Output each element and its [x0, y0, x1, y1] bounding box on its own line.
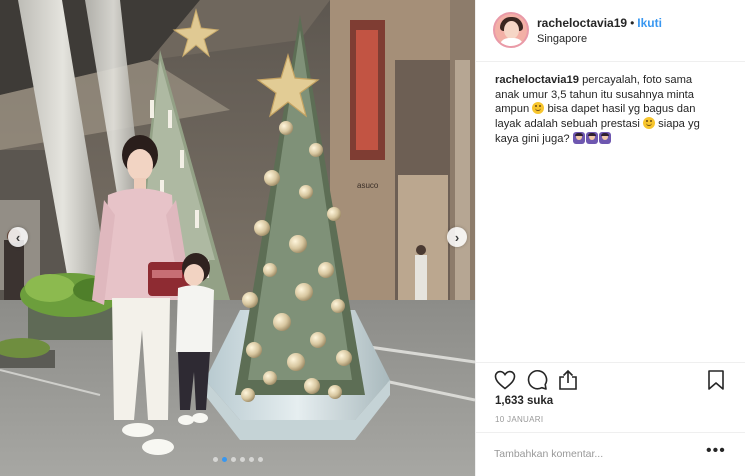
action-bar: [476, 362, 745, 398]
facepalm-emoji-icon: [585, 131, 598, 144]
comment-input[interactable]: [494, 445, 694, 463]
carousel-dot: [221, 457, 227, 462]
comment-icon[interactable]: [525, 368, 549, 392]
smile-emoji-icon: [643, 117, 656, 130]
post-caption: racheloctavia19 percayalah, foto sama an…: [495, 73, 700, 147]
avatar[interactable]: [493, 12, 529, 48]
comment-box: •••: [476, 432, 745, 476]
carousel-dot: [239, 457, 245, 462]
facepalm-emoji-icon: [572, 131, 585, 144]
caption-username[interactable]: racheloctavia19: [495, 74, 579, 86]
post-date: 10 JANUARI: [495, 415, 544, 424]
location-link[interactable]: Singapore: [537, 33, 587, 45]
carousel-dot: [230, 457, 236, 462]
follow-button[interactable]: Ikuti: [637, 16, 662, 30]
carousel-dot: [257, 457, 263, 462]
share-icon[interactable]: [556, 368, 580, 392]
carousel-dot: [212, 457, 218, 462]
heart-icon[interactable]: [493, 368, 517, 392]
chevron-left-icon[interactable]: ‹: [8, 227, 28, 247]
username-line: racheloctavia19 • Ikuti: [537, 16, 662, 30]
separator-dot: •: [630, 16, 635, 30]
store-sign: asuco: [357, 181, 379, 190]
bookmark-icon[interactable]: [704, 368, 728, 392]
carousel-indicator: [0, 457, 475, 462]
carousel-dot: [248, 457, 254, 462]
post-header: racheloctavia19 • Ikuti Singapore: [476, 0, 745, 62]
more-options-icon[interactable]: •••: [706, 443, 726, 459]
chevron-right-icon[interactable]: ›: [447, 227, 467, 247]
smile-emoji-icon: [532, 102, 545, 115]
facepalm-emoji-icon: [598, 131, 611, 144]
post-details-panel: racheloctavia19 • Ikuti Singapore racheloc…: [475, 0, 745, 476]
post-photo[interactable]: asuco ‹ ›: [0, 0, 475, 476]
username-link[interactable]: racheloctavia19: [537, 16, 627, 30]
like-count[interactable]: 1,633 suka: [495, 395, 553, 407]
photo-scene: asuco: [0, 0, 475, 476]
post-container: asuco ‹ › racheloctavia19 • Ikuti Singap…: [0, 0, 745, 476]
